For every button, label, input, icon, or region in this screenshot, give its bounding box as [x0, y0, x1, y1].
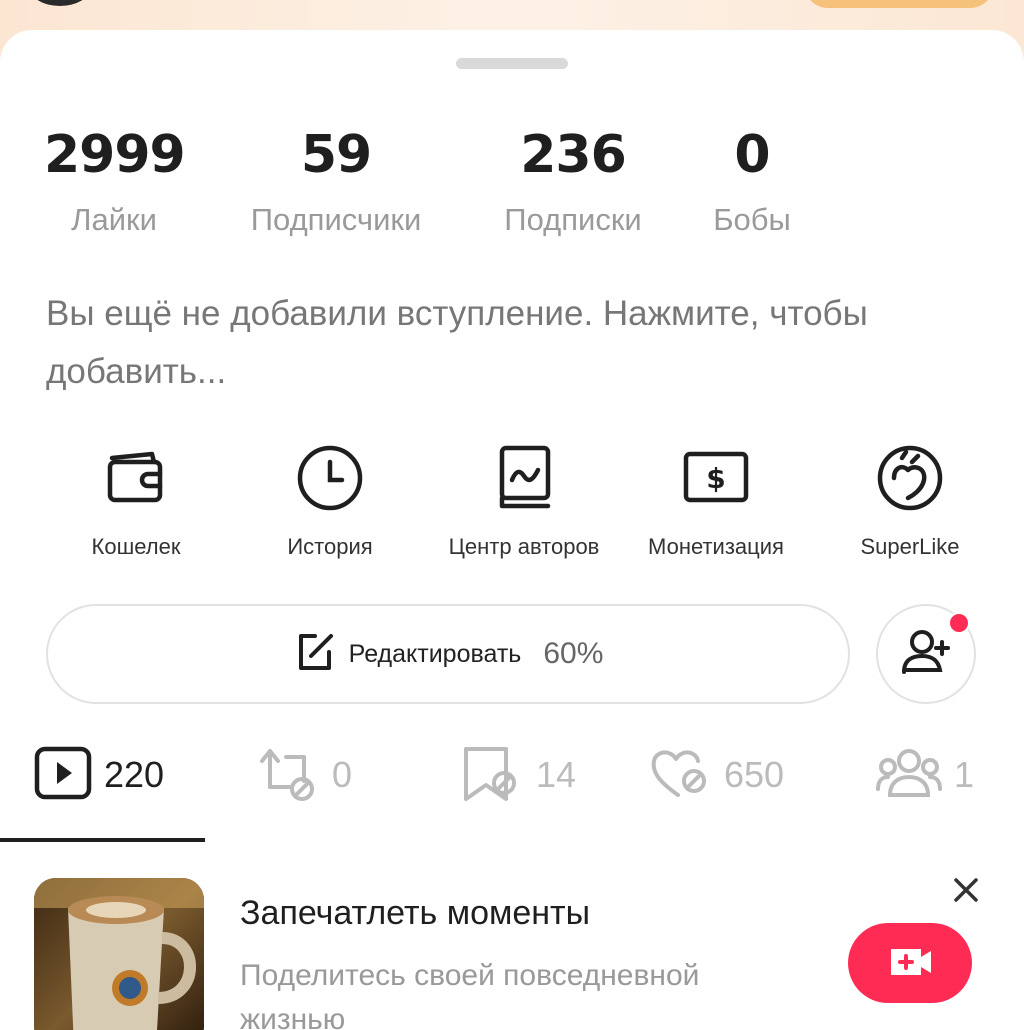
profile-completion: 60% — [543, 637, 604, 670]
create-video-button[interactable] — [848, 923, 972, 1003]
tool-monetization[interactable]: $ Монетизация — [616, 440, 816, 560]
add-friend-icon — [898, 624, 954, 685]
wallet-icon — [98, 440, 174, 516]
tab-count: 650 — [724, 754, 785, 795]
tool-label: SuperLike — [860, 534, 960, 559]
notification-dot — [948, 612, 970, 634]
tab-count: 14 — [536, 754, 577, 795]
tab-friends[interactable]: 1 — [876, 745, 974, 805]
tool-creator-center[interactable]: Центр авторов — [424, 440, 624, 560]
camera-plus-icon — [887, 943, 933, 984]
header-action-button[interactable] — [804, 0, 994, 8]
add-friend-button[interactable] — [876, 604, 976, 704]
tab-count: 220 — [104, 754, 165, 795]
stat-likes[interactable]: 2999 Лайки — [44, 120, 186, 238]
stat-label: Подписчики — [250, 202, 422, 237]
tab-count: 0 — [332, 754, 353, 795]
stat-label: Лайки — [71, 202, 157, 237]
stat-following[interactable]: 236 Подписки — [490, 120, 656, 238]
active-tab-indicator — [0, 838, 205, 842]
video-play-icon — [34, 746, 92, 805]
tool-wallet[interactable]: Кошелек — [36, 440, 236, 560]
tab-favorites[interactable]: 14 — [460, 745, 576, 805]
superlike-icon — [872, 440, 948, 516]
tool-history[interactable]: История — [230, 440, 430, 560]
repost-icon — [256, 743, 320, 808]
avatar[interactable] — [30, 0, 90, 6]
tool-label: Центр авторов — [448, 534, 600, 559]
stat-value: 2999 — [44, 125, 186, 185]
tool-label: Кошелек — [91, 534, 181, 559]
stat-label: Подписки — [504, 202, 642, 237]
edit-icon — [293, 630, 337, 679]
tab-videos[interactable]: 220 — [34, 745, 164, 805]
promo-title: Запечатлеть моменты — [240, 894, 591, 932]
stat-value: 236 — [520, 125, 627, 185]
dollar-icon: $ — [678, 440, 754, 516]
edit-profile-button[interactable]: Редактировать 60% — [46, 604, 850, 704]
tool-label: Монетизация — [648, 534, 784, 559]
promo-thumbnail — [34, 878, 204, 1030]
edit-label: Редактировать — [348, 639, 522, 668]
tool-label: История — [287, 534, 373, 559]
friends-icon — [876, 745, 942, 806]
promo-subtitle: Поделитесь своей повседневной жизнью — [240, 959, 700, 1030]
heart-hidden-icon — [648, 743, 712, 808]
stat-label: Бобы — [713, 202, 791, 237]
profile-sheet: 2999 Лайки 59 Подписчики 236 Подписки 0 … — [0, 30, 1024, 1030]
stat-value: 0 — [734, 125, 770, 185]
stat-followers[interactable]: 59 Подписчики — [236, 120, 436, 238]
stat-beans[interactable]: 0 Бобы — [700, 120, 804, 238]
tool-superlike[interactable]: SuperLike — [810, 440, 1010, 560]
tab-liked[interactable]: 650 — [648, 745, 784, 805]
svg-text:$: $ — [706, 462, 725, 495]
drag-handle[interactable] — [456, 58, 568, 69]
bookmark-icon — [460, 743, 524, 808]
stat-value: 59 — [300, 125, 372, 185]
creator-center-icon — [486, 440, 562, 516]
close-icon[interactable] — [948, 872, 984, 908]
tab-reposts[interactable]: 0 — [256, 745, 352, 805]
clock-icon — [292, 440, 368, 516]
bio-placeholder[interactable]: Вы ещё не добавили вступление. Нажмите, … — [46, 285, 996, 401]
tab-count: 1 — [954, 754, 975, 795]
